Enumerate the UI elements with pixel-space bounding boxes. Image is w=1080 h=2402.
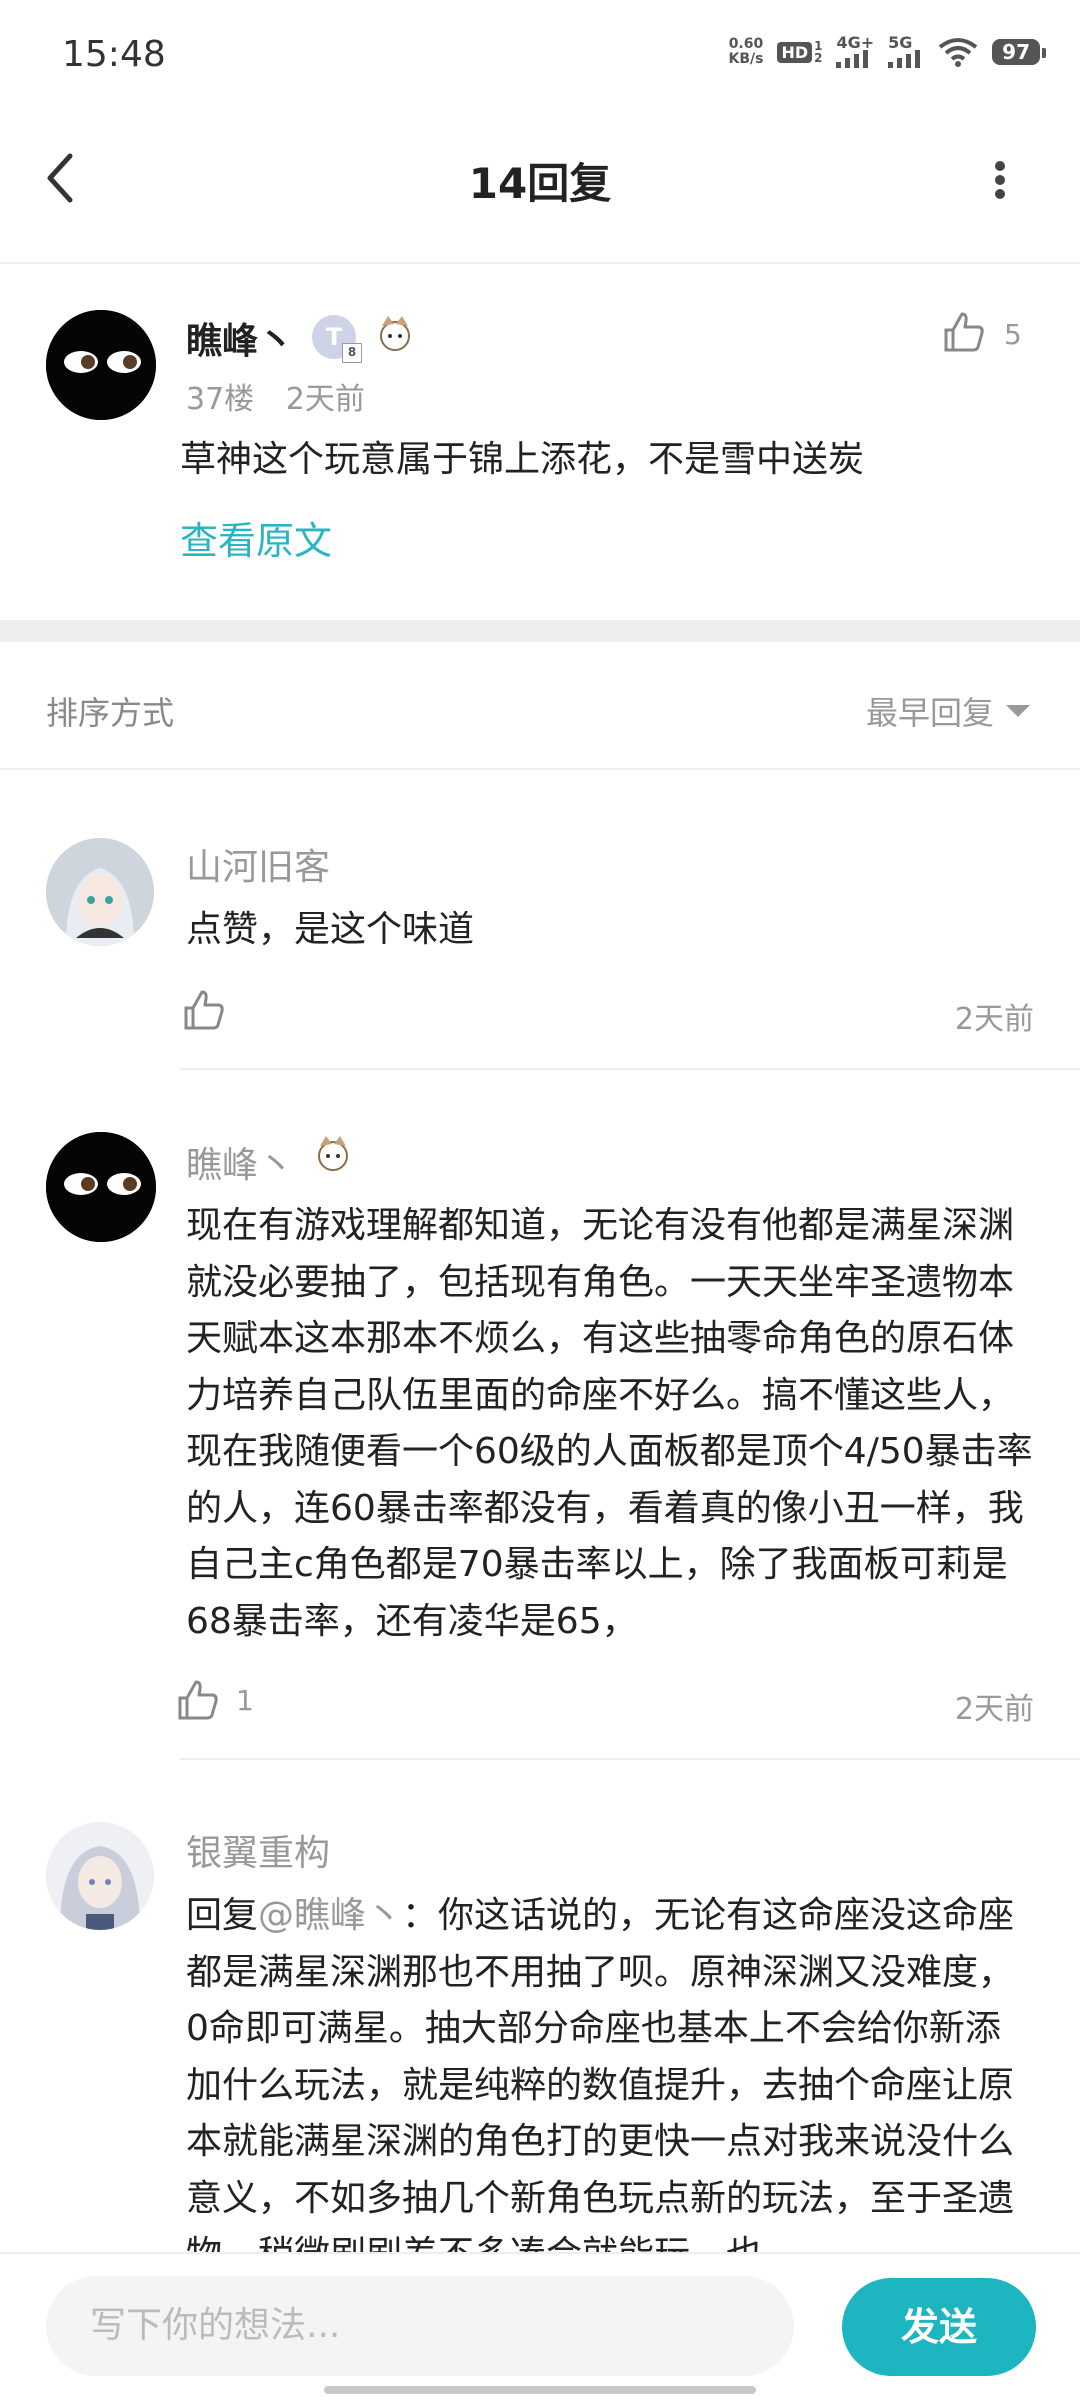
- reply-body: 你这话说的，无论有这命座没这命座都是满星深渊那也不用抽了呗。原神深渊又没难度，0…: [186, 1895, 1015, 2252]
- battery-icon: 97: [992, 39, 1046, 65]
- signal-5g-icon: 5G: [888, 35, 924, 68]
- avatar-anime-image: [46, 1822, 154, 1930]
- status-time: 15:48: [62, 34, 166, 75]
- reply-time: 2天前: [954, 1692, 1034, 1727]
- comment-input[interactable]: 写下你的想法...: [46, 2276, 794, 2376]
- reply-text: 现在有游戏理解都知道，无论有没有他都是满星深渊就没必要抽了，包括现有角色。一天天…: [186, 1205, 1033, 1642]
- reply-colon: ：: [402, 1895, 439, 1936]
- reply-username[interactable]: 山河旧客: [186, 838, 330, 890]
- comment-meta: 37楼 2天前: [186, 374, 365, 418]
- reply-username[interactable]: 银翼重构: [186, 1824, 330, 1876]
- reply-divider: [180, 1068, 1080, 1070]
- caret-down-icon: [1006, 705, 1031, 717]
- like-button[interactable]: [942, 310, 986, 358]
- thumbs-up-icon: [184, 990, 224, 1030]
- reply-prefix: 回复: [186, 1895, 259, 1936]
- view-original-link[interactable]: 查看原文: [180, 510, 332, 565]
- more-button[interactable]: [980, 150, 1020, 210]
- avatar[interactable]: [46, 838, 154, 946]
- comment-time: 2天前: [285, 382, 365, 417]
- avatar[interactable]: [46, 1132, 156, 1242]
- like-count: 5: [1004, 318, 1022, 351]
- hd-icon: HD 12: [777, 40, 822, 64]
- reply-divider: [180, 1758, 1080, 1760]
- pet-badge-icon: [310, 1132, 356, 1182]
- thumbs-up-icon: [944, 312, 984, 352]
- level-badge: T 8: [312, 315, 362, 363]
- reply-text: 回复@瞧峰丶：你这话说的，无论有这命座没这命座都是满星深渊那也不用抽了呗。原神深…: [186, 1888, 1036, 2252]
- comment-username[interactable]: 瞧峰丶: [186, 312, 294, 364]
- more-vertical-icon: [995, 161, 1005, 199]
- reply-time: 2天前: [954, 1002, 1034, 1037]
- avatar-eyes-image: [46, 1132, 156, 1242]
- sort-label: 排序方式: [46, 694, 175, 732]
- reply-text: 点赞，是这个味道: [186, 909, 475, 950]
- section-separator: [0, 620, 1080, 642]
- comment-text: 草神这个玩意属于锦上添花，不是雪中送炭: [180, 439, 865, 480]
- reply-like-count: 1: [236, 1684, 254, 1717]
- thumbs-up-icon: [178, 1680, 218, 1720]
- sort-dropdown[interactable]: 最早回复: [866, 688, 1031, 734]
- reply-like-button[interactable]: [176, 1678, 220, 1726]
- page-title: 14回复: [468, 159, 612, 208]
- avatar[interactable]: [46, 1822, 154, 1930]
- floor-number: 37楼: [186, 382, 255, 417]
- home-indicator[interactable]: [324, 2386, 756, 2394]
- wifi-icon: [938, 38, 978, 67]
- pet-badge-icon: [372, 312, 418, 362]
- reply-like-button[interactable]: [182, 988, 226, 1036]
- reply-username[interactable]: 瞧峰丶: [186, 1136, 294, 1188]
- header-divider: [0, 262, 1080, 264]
- avatar-anime-image: [46, 838, 154, 946]
- mention-link[interactable]: @瞧峰丶: [258, 1895, 402, 1936]
- status-icons: 0.60 KB/s HD 12 4G+ 5G 97: [728, 35, 1046, 68]
- net-speed: 0.60 KB/s: [728, 36, 764, 67]
- sort-divider: [0, 768, 1080, 770]
- avatar-eyes-image: [46, 310, 156, 420]
- avatar[interactable]: [46, 310, 156, 420]
- signal-4g-icon: 4G+: [836, 35, 874, 68]
- send-button[interactable]: 发送: [842, 2278, 1036, 2376]
